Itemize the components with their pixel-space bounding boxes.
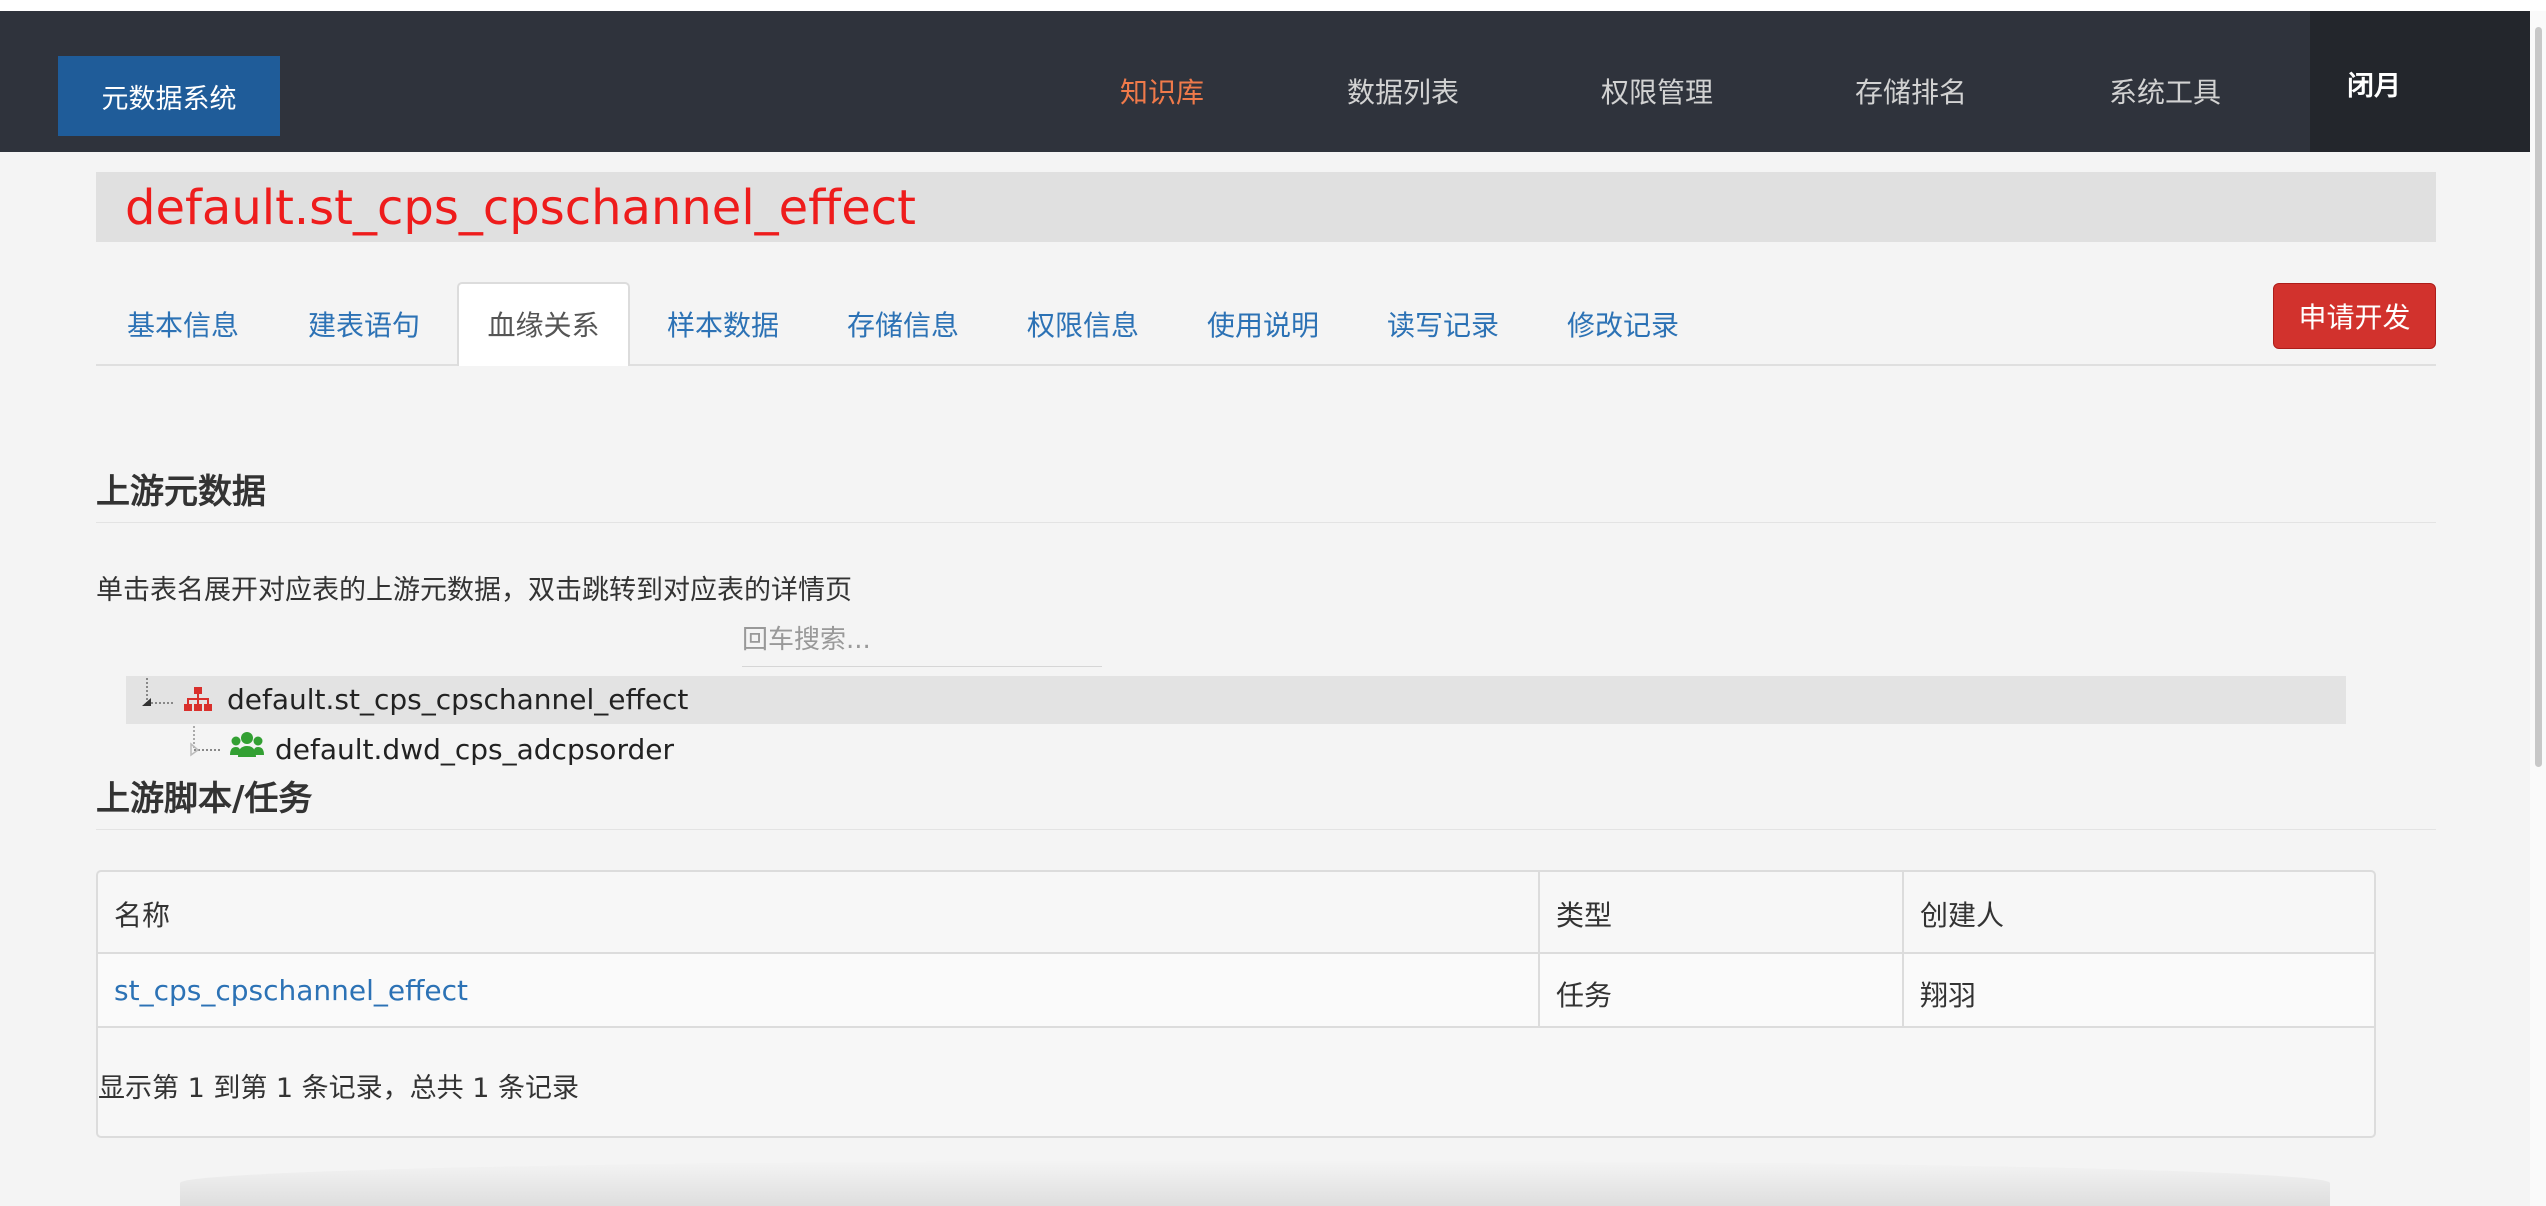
column-header-type[interactable]: 类型 [1556, 894, 1612, 934]
tab-basic-info[interactable]: 基本信息 [127, 304, 239, 344]
window-top-strip [0, 0, 2546, 11]
tree-node-root-label[interactable]: default.st_cps_cpschannel_effect [227, 683, 688, 716]
tab-read-write-records[interactable]: 读写记录 [1387, 304, 1499, 344]
tree-node-child-label[interactable]: default.dwd_cps_adcpsorder [275, 733, 674, 766]
section-divider [96, 829, 2436, 830]
scrollbar-thumb[interactable] [2535, 27, 2542, 767]
tabs-underline [96, 364, 2436, 366]
task-name-link[interactable]: st_cps_cpschannel_effect [114, 974, 468, 1007]
nav-item-knowledge-base[interactable]: 知识库 [1120, 71, 1204, 111]
user-menu[interactable]: 闭月 [2310, 11, 2530, 152]
tab-storage-info[interactable]: 存储信息 [847, 304, 959, 344]
table-header-row [98, 872, 2374, 954]
nav-item-data-list[interactable]: 数据列表 [1347, 71, 1459, 111]
column-header-creator[interactable]: 创建人 [1920, 894, 2004, 934]
section-divider [96, 522, 2436, 523]
users-icon [230, 732, 264, 757]
column-header-name[interactable]: 名称 [114, 894, 170, 934]
upstream-meta-heading: 上游元数据 [96, 472, 266, 512]
page-title-bar: default.st_cps_cpschannel_effect [96, 172, 2436, 242]
tab-lineage[interactable]: 血缘关系 [457, 282, 630, 366]
column-divider [1902, 872, 1904, 1026]
tree-connector-leaf-icon [190, 726, 222, 757]
tab-lineage-label: 血缘关系 [487, 309, 600, 342]
nav-item-system-tools[interactable]: 系统工具 [2109, 71, 2221, 111]
tree-expander-open-icon[interactable] [138, 672, 176, 712]
lineage-search-input[interactable] [742, 614, 1102, 667]
tab-sample-data[interactable]: 样本数据 [667, 304, 779, 344]
brand-button[interactable]: 元数据系统 [58, 56, 280, 136]
vertical-scrollbar[interactable] [2530, 11, 2546, 1206]
pagination-info: 显示第 1 到第 1 条记录，总共 1 条记录 [98, 1073, 580, 1104]
tab-usage-notes[interactable]: 使用说明 [1207, 304, 1319, 344]
page-title: default.st_cps_cpschannel_effect [125, 180, 916, 236]
task-type-cell: 任务 [1556, 979, 1613, 1012]
upstream-tasks-table: 名称 类型 创建人 st_cps_cpschannel_effect 任务 翔羽… [96, 870, 2376, 1138]
nav-item-permission-management[interactable]: 权限管理 [1601, 71, 1713, 111]
upstream-tasks-heading: 上游脚本/任务 [96, 779, 313, 819]
top-navbar: 元数据系统 知识库 数据列表 权限管理 存储排名 系统工具 闭月 [0, 11, 2530, 152]
tab-create-statement[interactable]: 建表语句 [308, 304, 420, 344]
lineage-hint-text: 单击表名展开对应表的上游元数据，双击跳转到对应表的详情页 [96, 575, 852, 606]
user-name[interactable]: 闭月 [2347, 64, 2401, 103]
tab-change-records[interactable]: 修改记录 [1567, 304, 1679, 344]
apply-develop-button[interactable]: 申请开发 [2273, 283, 2436, 349]
card-shadow [180, 1160, 2330, 1206]
nav-item-storage-ranking[interactable]: 存储排名 [1855, 71, 1967, 111]
sitemap-icon [184, 687, 212, 711]
tab-permission-info[interactable]: 权限信息 [1027, 304, 1139, 344]
column-divider [1538, 872, 1540, 1026]
task-creator-cell: 翔羽 [1920, 979, 1977, 1012]
